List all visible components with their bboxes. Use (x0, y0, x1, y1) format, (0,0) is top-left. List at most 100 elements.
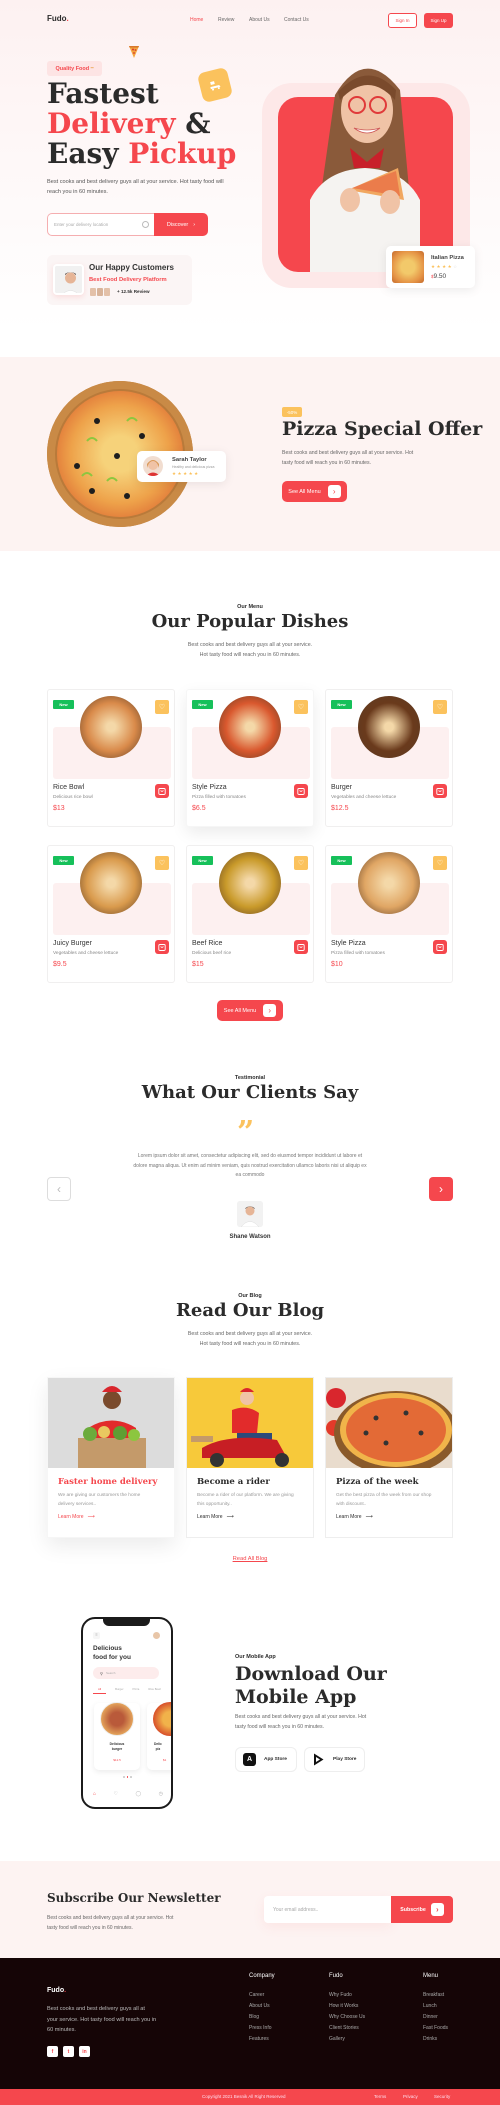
play-store-button[interactable]: Play Store (304, 1747, 365, 1772)
add-to-cart-button[interactable] (294, 784, 308, 798)
app-store-button[interactable]: A App Store (235, 1747, 297, 1772)
blog-card[interactable]: Faster home delivery We are giving our c… (47, 1377, 175, 1538)
blog-post-description: Get the best pizza of the week from our … (336, 1493, 432, 1507)
add-to-cart-button[interactable] (155, 784, 169, 798)
dish-card[interactable]: New ♡ Beef Rice Delicious beef rice $15 (186, 845, 314, 983)
twitter-icon[interactable]: t (63, 2046, 74, 2057)
favorite-button[interactable]: ♡ (294, 856, 308, 870)
sign-in-button[interactable]: Sign In (388, 13, 417, 28)
favorite-button[interactable]: ♡ (433, 700, 447, 714)
phone-food-name-line2: piz (155, 1746, 161, 1751)
phone-carousel-dots (123, 1776, 132, 1778)
footer-link-lunch[interactable]: Lunch (423, 2003, 437, 2009)
footer-link-breakfast[interactable]: Breakfast (423, 1992, 444, 1998)
footer-link-gallery[interactable]: Gallery (329, 2036, 345, 2042)
footer-link-how-it-works[interactable]: How it Works (329, 2003, 358, 2009)
newsletter-email-input[interactable]: Your email address.. (264, 1896, 392, 1923)
dish-description: Delicious beef rice (192, 951, 232, 956)
chevron-right-icon: › (327, 485, 341, 498)
add-to-cart-button[interactable] (433, 784, 447, 798)
footer-link-about-us[interactable]: About Us (249, 2003, 270, 2009)
testimonial-next-button[interactable]: › (429, 1177, 453, 1201)
see-all-menu-label: See All Menu (223, 1007, 257, 1014)
favorite-button[interactable]: ♡ (433, 856, 447, 870)
footer-link-fast-foods[interactable]: Fast Foods (423, 2025, 448, 2031)
privacy-link[interactable]: Privacy (403, 2094, 418, 2099)
footer-link-press-info[interactable]: Press Info (249, 2025, 272, 2031)
footer-logo[interactable]: Fudo. (47, 1987, 66, 1994)
new-badge: New (53, 856, 74, 865)
dish-price: $13 (53, 805, 65, 812)
phone-food-price: $1 (163, 1758, 167, 1762)
sign-up-button[interactable]: Sign Up (424, 13, 453, 28)
read-all-blog-link[interactable]: Read All Blog (0, 1556, 500, 1562)
footer-link-dinner[interactable]: Dinner (423, 2014, 438, 2020)
footer-link-blog[interactable]: Blog (249, 2014, 259, 2020)
footer-link-client-stories[interactable]: Client Stories (329, 2025, 359, 2031)
dish-name: Burger (331, 784, 353, 791)
reviewer-name: Sarah Taylor (172, 457, 207, 463)
footer-link-features[interactable]: Features (249, 2036, 269, 2042)
dish-card[interactable]: New ♡ Burger Vegetables and cheese lettuce $… (325, 689, 453, 827)
security-link[interactable]: Security (434, 2094, 450, 2099)
discover-button[interactable]: Discover › (154, 213, 208, 236)
shopping-bag-icon (158, 788, 166, 795)
profile-avatar (153, 1632, 160, 1639)
footer-column-title: Menu (423, 1973, 439, 1979)
locate-icon[interactable] (142, 221, 149, 228)
offer-see-all-menu-button[interactable]: See All Menu › (282, 481, 347, 502)
favorite-button[interactable]: ♡ (155, 856, 169, 870)
linkedin-icon[interactable]: in (79, 2046, 90, 2057)
add-to-cart-button[interactable] (294, 940, 308, 954)
add-to-cart-button[interactable] (155, 940, 169, 954)
learn-more-link[interactable]: Learn More ⟶ (58, 1514, 95, 1520)
dish-card[interactable]: New ♡ Style Pizza Pizza filled with tomatoe… (325, 845, 453, 983)
italian-pizza-card[interactable]: Italian Pizza ★★★★☆ $9.50 (386, 246, 475, 288)
quality-food-label: Quality Food (55, 65, 90, 72)
nav-home[interactable]: Home (190, 17, 203, 23)
footer-column-title: Company (249, 1973, 275, 1979)
logo-dot: . (66, 14, 69, 23)
facebook-icon[interactable]: f (47, 2046, 58, 2057)
dish-card[interactable]: New ♡ Rice Bowl Delicious rice bowl $13 (47, 689, 175, 827)
nav-contact-us[interactable]: Contact Us (284, 17, 309, 23)
delivery-location-input[interactable]: Enter your delivery location (47, 213, 155, 236)
dish-card[interactable]: New ♡ Juicy Burger Vegetables and cheese le… (47, 845, 175, 983)
blog-post-title[interactable]: Pizza of the week (336, 1477, 419, 1487)
phone-heading: Delicious food for you (93, 1645, 131, 1662)
learn-more-link[interactable]: Learn More ⟶ (197, 1514, 234, 1520)
see-all-menu-button[interactable]: See All Menu › (217, 1000, 283, 1021)
add-to-cart-button[interactable] (433, 940, 447, 954)
phone-heading-line2: food for you (93, 1653, 131, 1661)
hero-title-pickup: Pickup (128, 137, 237, 170)
dishes-section-label: Our Menu (237, 604, 263, 610)
blog-post-title[interactable]: Faster home delivery (58, 1477, 157, 1487)
dish-description: Pizza filled with tomatoes (192, 795, 246, 800)
footer-link-drinks[interactable]: Drinks (423, 2036, 437, 2042)
terms-link[interactable]: Terms (374, 2094, 386, 2099)
logo[interactable]: Fudo. (47, 14, 69, 23)
copyright-text: Copyright 2021 Besnik All Right Reserved (202, 2094, 286, 2099)
blog-image-pizza (326, 1378, 452, 1468)
subscribe-button[interactable]: Subscribe › (391, 1896, 453, 1923)
footer-link-career[interactable]: Career (249, 1992, 264, 1998)
testimonial-quote: Lorem ipsum dolor sit amet, consectetur … (133, 1153, 367, 1179)
nav-review[interactable]: Review (218, 17, 234, 23)
shopping-bag-icon (297, 944, 305, 951)
footer-link-why-choose-us[interactable]: Why Choose Us (329, 2014, 365, 2020)
footer-logo-text: Fudo (47, 1987, 65, 1994)
nav-about-us[interactable]: About Us (249, 17, 270, 23)
pizza-slice-icon (128, 45, 140, 59)
favorite-button[interactable]: ♡ (294, 700, 308, 714)
blog-card[interactable]: Pizza of the week Get the best pizza of … (325, 1377, 453, 1538)
dish-card[interactable]: New ♡ Style Pizza Pizza filled with tomatoe… (186, 689, 314, 827)
dish-image (358, 852, 420, 914)
learn-more-link[interactable]: Learn More ⟶ (336, 1514, 373, 1520)
dish-name: Juicy Burger (53, 940, 92, 947)
footer-link-why-fudo[interactable]: Why Fudo (329, 1992, 352, 1998)
blog-card[interactable]: Become a rider Become a rider of our pla… (186, 1377, 314, 1538)
blog-post-title[interactable]: Become a rider (197, 1477, 270, 1487)
testimonial-prev-button[interactable]: ‹ (47, 1177, 71, 1201)
new-badge: New (331, 856, 352, 865)
favorite-button[interactable]: ♡ (155, 700, 169, 714)
